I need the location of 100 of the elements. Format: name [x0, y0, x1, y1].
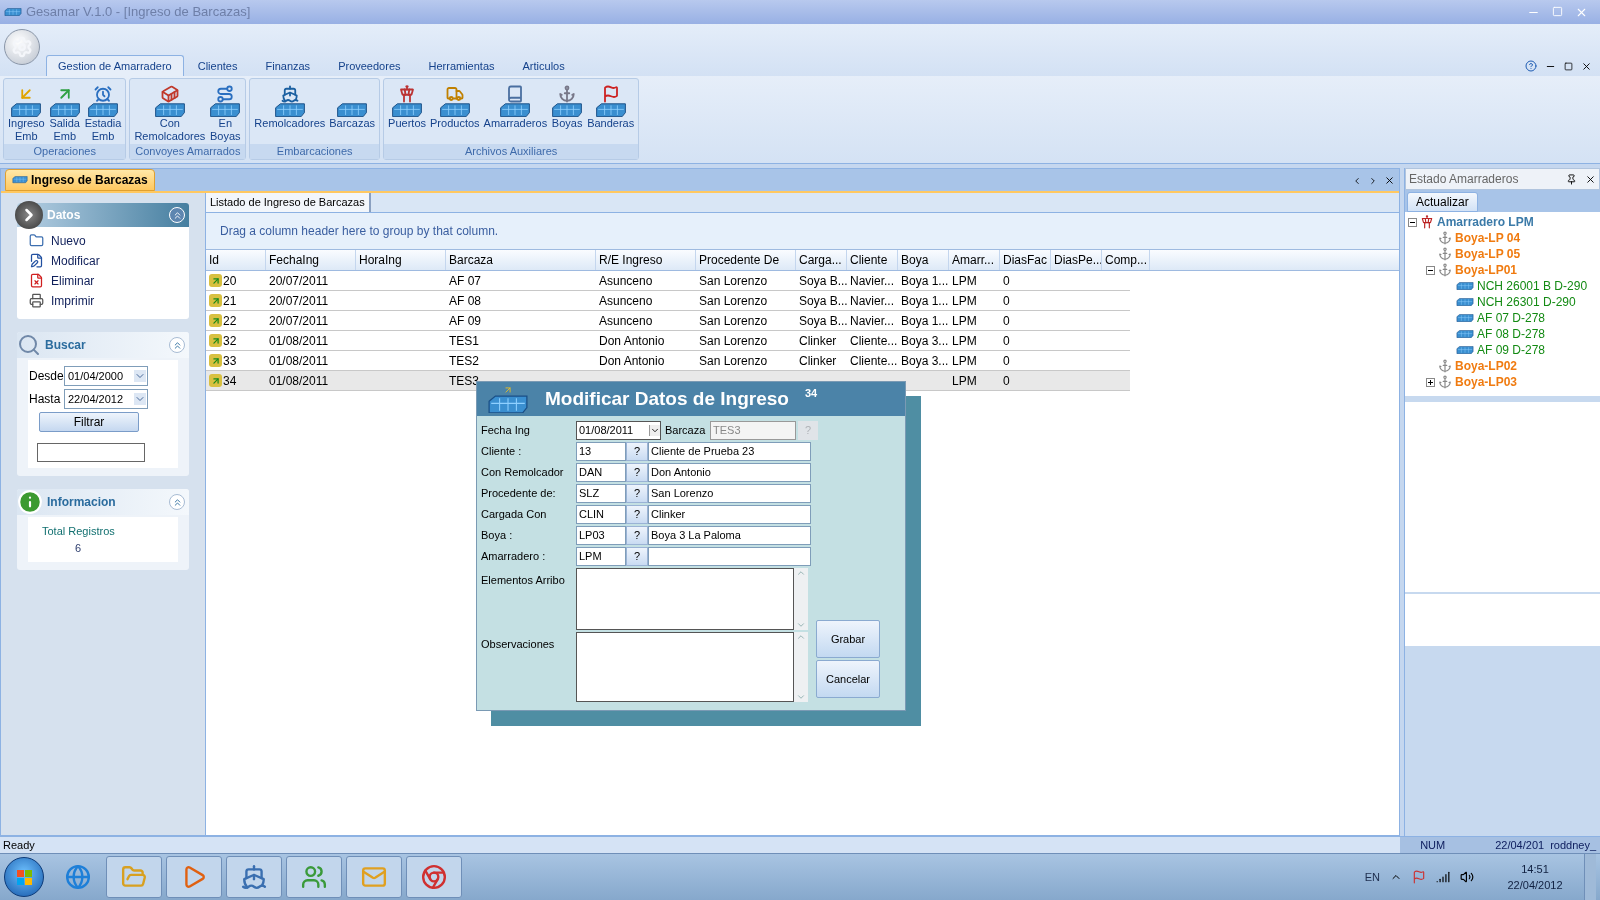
column-header[interactable]: DiasPe...	[1051, 250, 1102, 270]
ribbon-button[interactable]: Banderas	[585, 81, 637, 130]
date-field[interactable]: 01/08/2011	[576, 420, 661, 440]
lookup-button[interactable]: ?	[626, 483, 648, 503]
name-field[interactable]	[648, 546, 811, 566]
ribbon-button[interactable]: Con Remolcadores	[132, 81, 208, 143]
close-icon[interactable]	[1384, 175, 1395, 186]
lookup-button[interactable]: ?	[626, 525, 648, 545]
ribbon-button[interactable]: Boyas	[549, 81, 586, 130]
ribbon-button[interactable]: Productos	[428, 81, 482, 130]
column-header[interactable]: Cliente	[847, 250, 898, 270]
folder-icon[interactable]	[106, 856, 162, 898]
ribbon-button[interactable]: Ingreso Emb	[6, 81, 47, 143]
ribbon-tab[interactable]: Articulos	[508, 56, 579, 76]
tree-item[interactable]: AF 07 D-278	[1477, 309, 1546, 327]
column-header[interactable]: Id	[206, 250, 266, 270]
dialog-button[interactable]: Cancelar	[816, 660, 880, 698]
grid-row[interactable]: 33 01/08/2011 TES2 Don Antonio San Lorenzo Clinker Cliente... Boya 3... LPM 0	[206, 351, 1130, 371]
expander-icon[interactable]	[1426, 265, 1435, 275]
lookup-button[interactable]: ?	[626, 546, 648, 566]
column-header[interactable]: FechaIng	[266, 250, 356, 270]
refresh-button[interactable]: Actualizar	[1407, 192, 1478, 212]
pin-icon[interactable]	[1566, 173, 1577, 185]
code-field[interactable]: CLIN	[576, 504, 626, 524]
column-header[interactable]: Boya	[898, 250, 949, 270]
dropdown-icon[interactable]	[649, 424, 660, 436]
lookup-button[interactable]: ?	[626, 462, 648, 482]
code-field[interactable]: SLZ	[576, 483, 626, 503]
column-header[interactable]: Comp...	[1102, 250, 1150, 270]
collapse-icon[interactable]	[169, 337, 185, 353]
code-field[interactable]: 13	[576, 441, 626, 461]
dialog-button[interactable]: Grabar	[816, 620, 880, 658]
lookup-button[interactable]: ?	[626, 504, 648, 524]
ribbon-tab[interactable]: Clientes	[183, 56, 252, 76]
clock-time[interactable]: 14:51	[1521, 860, 1549, 877]
section-header[interactable]: Informacion	[17, 489, 189, 515]
envelope-icon[interactable]	[346, 856, 402, 898]
task-link[interactable]: Imprimir	[29, 292, 189, 309]
speaker-icon[interactable]	[1460, 870, 1474, 884]
ribbon-button[interactable]: Barcazas	[327, 81, 378, 130]
filter-button[interactable]: Filtrar	[39, 412, 139, 432]
close-icon[interactable]	[1581, 60, 1592, 72]
ribbon-tab[interactable]: Gestion de Amarradero	[46, 55, 184, 76]
ribbon-button[interactable]: Puertos	[386, 81, 429, 130]
grid-row[interactable]: 20 20/07/2011 AF 07 Asunceno San Lorenzo Soya B... Navier... Boya 1... LPM 0	[206, 271, 1130, 291]
name-field[interactable]: Clinker	[648, 504, 811, 524]
collapse-icon[interactable]	[169, 494, 185, 510]
tree-item[interactable]: AF 08 D-278	[1477, 325, 1546, 343]
column-header[interactable]: DiasFac	[1000, 250, 1051, 270]
name-field[interactable]: Cliente de Prueba 23	[648, 441, 811, 461]
grid-row[interactable]: 22 20/07/2011 AF 09 Asunceno San Lorenzo Soya B... Navier... Boya 1... LPM 0	[206, 311, 1130, 331]
column-header[interactable]: Procedente De	[696, 250, 796, 270]
code-field[interactable]: LPM	[576, 546, 626, 566]
task-link[interactable]: Modificar	[29, 252, 189, 269]
grid-row[interactable]: 32 01/08/2011 TES1 Don Antonio San Lorenzo Clinker Cliente... Boya 3... LPM 0	[206, 331, 1130, 351]
column-header[interactable]: HoraIng	[356, 250, 446, 270]
flag-icon[interactable]	[1412, 870, 1426, 884]
tree-item[interactable]: NCH 26301 D-290	[1477, 293, 1576, 311]
name-field[interactable]: San Lorenzo	[648, 483, 811, 503]
name-field[interactable]: Boya 3 La Paloma	[648, 525, 811, 545]
ribbon-button[interactable]: Salida Emb	[46, 81, 83, 143]
column-header[interactable]: R/E Ingreso	[596, 250, 696, 270]
restore-icon[interactable]	[1564, 61, 1573, 71]
code-field[interactable]: LP03	[576, 525, 626, 545]
scroll-left-icon[interactable]	[1352, 175, 1362, 186]
memo-field[interactable]	[576, 568, 794, 630]
clock-date[interactable]: 22/04/2012	[1507, 877, 1563, 894]
ribbon-button[interactable]: En Boyas	[207, 81, 244, 143]
signal-icon[interactable]	[1436, 870, 1450, 884]
section-header[interactable]: Buscar	[17, 332, 189, 358]
ribbon-tab[interactable]: Herramientas	[414, 56, 509, 76]
column-header[interactable]: Barcaza	[446, 250, 596, 270]
browser-icon[interactable]	[406, 856, 462, 898]
date-field[interactable]: 22/04/2012	[64, 389, 148, 409]
ribbon-tab[interactable]: Proveedores	[324, 56, 415, 76]
people-icon[interactable]	[286, 856, 342, 898]
ribbon-button[interactable]: Amarraderos	[481, 81, 550, 130]
ribbon-button[interactable]: Estadia Emb	[82, 81, 124, 143]
lookup-button[interactable]: ?	[626, 441, 648, 461]
search-field[interactable]	[37, 443, 145, 462]
expander-icon[interactable]	[1426, 377, 1435, 387]
application-orb[interactable]	[4, 29, 40, 65]
task-link[interactable]: Nuevo	[29, 232, 189, 249]
help-icon[interactable]	[1525, 60, 1537, 72]
grid-row[interactable]: 21 20/07/2011 AF 08 Asunceno San Lorenzo Soya B... Navier... Boya 1... LPM 0	[206, 291, 1130, 311]
expander-icon[interactable]	[1408, 217, 1417, 227]
ribbon-button[interactable]: Remolcadores	[252, 81, 328, 130]
close-icon[interactable]	[1585, 173, 1596, 185]
language-indicator[interactable]: EN	[1364, 868, 1380, 886]
date-field[interactable]: 01/04/2000	[64, 366, 148, 386]
start-button[interactable]	[4, 857, 44, 897]
tree-item[interactable]: AF 09 D-278	[1477, 341, 1546, 359]
tree-item[interactable]: Amarradero LPM	[1437, 213, 1534, 231]
scroll-right-icon[interactable]	[1368, 175, 1378, 186]
ribbon-tab[interactable]: Finanzas	[251, 56, 325, 76]
name-field[interactable]: Don Antonio	[648, 462, 811, 482]
document-tab[interactable]: Ingreso de Barcazas	[5, 169, 155, 191]
code-field[interactable]: DAN	[576, 462, 626, 482]
play-icon[interactable]	[166, 856, 222, 898]
tree-item[interactable]: NCH 26001 B D-290	[1477, 277, 1588, 295]
